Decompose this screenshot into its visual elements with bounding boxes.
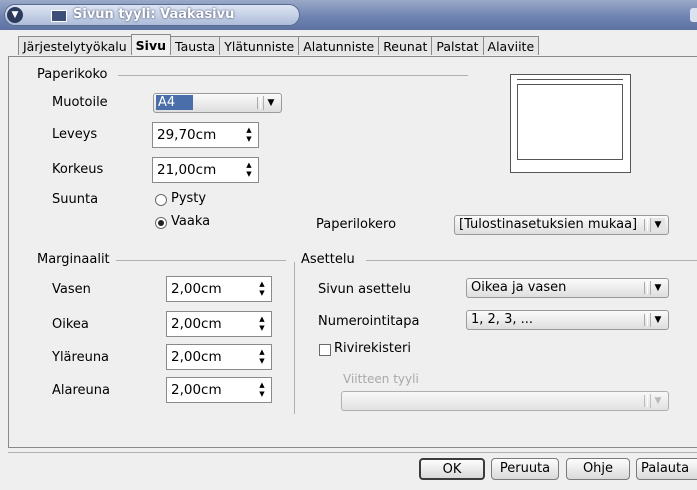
tab-page[interactable]: Sivu [130, 34, 171, 55]
portrait-label[interactable]: Pysty [171, 191, 206, 206]
window-icon [51, 10, 67, 22]
paper-format-heading: Paperikoko [37, 67, 108, 82]
tab-header[interactable]: Ylätunniste [219, 36, 300, 55]
tab-background[interactable]: Tausta [170, 36, 221, 55]
format-value: A4 [156, 95, 194, 110]
margin-left-label: Vasen [52, 282, 91, 297]
paper-tray-combo[interactable]: [Tulostinasetuksien mukaa] ▼ [454, 215, 669, 235]
portrait-radio[interactable] [155, 194, 167, 206]
width-spinner[interactable]: 29,70cm ▲ ▼ [152, 122, 259, 148]
margin-bottom-stepper-icon[interactable]: ▲ ▼ [257, 381, 267, 399]
tab-footer[interactable]: Alatunniste [298, 36, 380, 55]
layout-divider [366, 260, 697, 261]
margin-top-label: Yläreuna [52, 350, 110, 365]
reference-style-combo[interactable]: ▼ [341, 391, 669, 411]
landscape-radio[interactable] [155, 217, 167, 229]
reference-style-separator [644, 395, 648, 407]
paper-tray-value: [Tulostinasetuksien mukaa] [459, 217, 638, 232]
paper-tray-separator [644, 219, 648, 231]
numbering-label: Numerointitapa [318, 314, 420, 329]
format-combo[interactable]: A4 ▼ [153, 93, 282, 113]
page-layout-dropdown-icon[interactable]: ▼ [650, 281, 665, 295]
margin-top-stepper-icon[interactable]: ▲ ▼ [257, 348, 267, 366]
numbering-separator [644, 314, 648, 326]
margin-right-value: 2,00cm [171, 316, 222, 332]
register-checkbox[interactable] [319, 344, 331, 356]
format-dropdown-icon[interactable]: ▼ [263, 96, 278, 110]
format-separator [257, 97, 261, 109]
paper-tray-label: Paperilokero [316, 217, 397, 232]
section-vertical-divider [294, 262, 295, 414]
reference-style-label: Viitteen tyyli [343, 372, 419, 386]
title-bar: ▼ Sivun tyyli: Vaakasivu [0, 0, 697, 30]
cancel-button[interactable]: Peruuta [491, 458, 559, 480]
margin-top-value: 2,00cm [171, 349, 222, 365]
title-right-edge [690, 8, 697, 22]
title-pill[interactable]: ▼ Sivun tyyli: Vaakasivu [4, 4, 300, 26]
height-stepper-icon[interactable]: ▲ ▼ [244, 161, 254, 179]
reset-button[interactable]: Palauta [636, 458, 697, 480]
tab-columns[interactable]: Palstat [431, 36, 484, 55]
numbering-combo[interactable]: 1, 2, 3, ... ▼ [466, 310, 669, 330]
landscape-label[interactable]: Vaaka [171, 214, 210, 229]
register-label[interactable]: Rivirekisteri [334, 341, 411, 356]
margins-heading: Marginaalit [37, 252, 110, 267]
preview-margin-box [517, 84, 623, 160]
margin-left-stepper-icon[interactable]: ▲ ▼ [257, 280, 267, 298]
margin-bottom-spinner[interactable]: 2,00cm ▲ ▼ [166, 377, 272, 403]
reference-style-dropdown-icon[interactable]: ▼ [650, 394, 665, 408]
numbering-dropdown-icon[interactable]: ▼ [650, 313, 665, 327]
layout-heading: Asettelu [301, 252, 355, 267]
format-label: Muotoile [52, 95, 108, 110]
paper-tray-dropdown-icon[interactable]: ▼ [650, 218, 665, 232]
preview-edge-line [517, 79, 623, 80]
width-label: Leveys [52, 127, 98, 142]
margin-left-value: 2,00cm [171, 281, 222, 297]
ok-button[interactable]: OK [419, 458, 485, 480]
window-title: Sivun tyyli: Vaakasivu [73, 7, 235, 22]
page-layout-value: Oikea ja vasen [471, 280, 567, 295]
page-layout-combo[interactable]: Oikea ja vasen ▼ [466, 278, 669, 298]
tab-borders[interactable]: Reunat [378, 36, 433, 55]
page-layout-label: Sivun asettelu [318, 282, 411, 297]
paper-format-divider [118, 75, 468, 76]
page-preview [510, 74, 631, 173]
orientation-label: Suunta [52, 192, 99, 207]
margin-right-stepper-icon[interactable]: ▲ ▼ [257, 315, 267, 333]
tab-footnote[interactable]: Alaviite [482, 36, 540, 55]
numbering-value: 1, 2, 3, ... [471, 312, 534, 327]
margin-right-label: Oikea [52, 317, 89, 332]
margin-bottom-label: Alareuna [52, 383, 110, 398]
tab-organizer[interactable]: Järjestelytyökalu [18, 36, 132, 55]
width-stepper-icon[interactable]: ▲ ▼ [244, 126, 254, 144]
help-button[interactable]: Ohje [566, 458, 630, 480]
margin-bottom-value: 2,00cm [171, 382, 222, 398]
tab-strip: Järjestelytyökalu Sivu Tausta Ylätunnist… [18, 34, 540, 56]
height-label: Korkeus [52, 162, 104, 177]
width-value: 29,70cm [157, 127, 217, 143]
button-bar-divider [8, 452, 697, 453]
margin-right-spinner[interactable]: 2,00cm ▲ ▼ [166, 311, 272, 337]
page-layout-separator [644, 282, 648, 294]
margin-left-spinner[interactable]: 2,00cm ▲ ▼ [166, 276, 272, 302]
margin-top-spinner[interactable]: 2,00cm ▲ ▼ [166, 344, 272, 370]
window-menu-icon[interactable]: ▼ [7, 7, 23, 23]
margins-divider [116, 260, 286, 261]
height-value: 21,00cm [157, 162, 217, 178]
height-spinner[interactable]: 21,00cm ▲ ▼ [152, 157, 259, 183]
